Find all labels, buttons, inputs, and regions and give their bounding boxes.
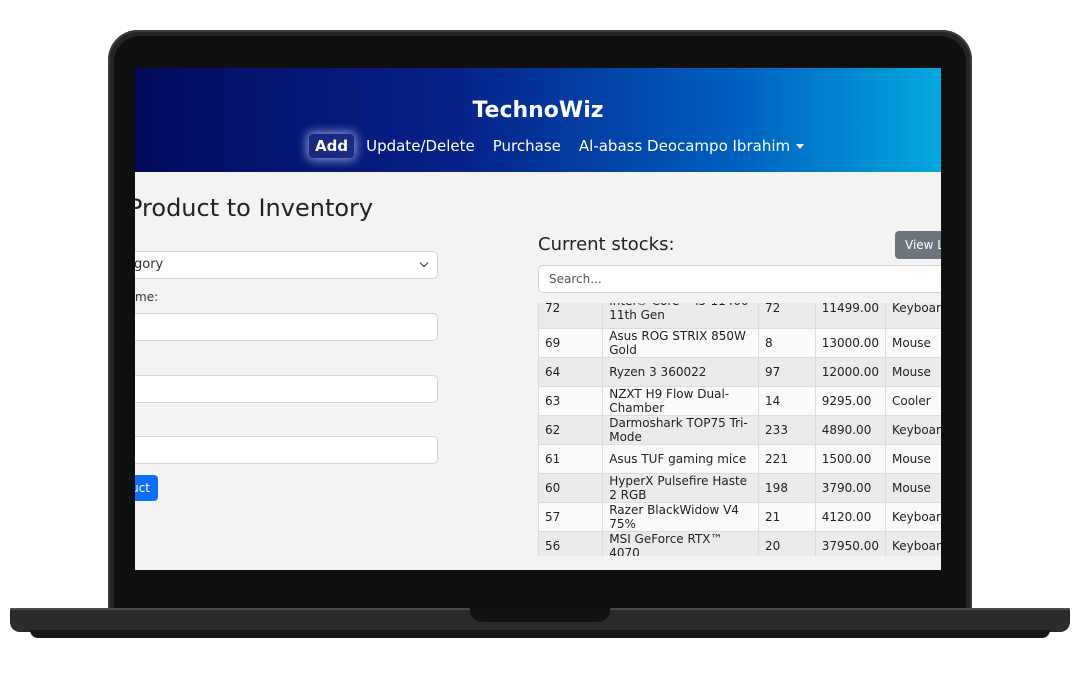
cell-price: 4890.00 [814,415,886,445]
name-label: me: [135,290,159,304]
chevron-down-icon [419,258,429,268]
brand-title[interactable]: TechnoWiz [135,98,941,123]
table-row[interactable]: 60 HyperX Pulsefire Haste 2 RGB 198 3790.00… [538,473,941,503]
table-row[interactable]: 57 Razer BlackWidow V4 75% 21 4120.00 Keyboa… [538,502,941,532]
cell-category: Keyboar [884,303,941,329]
nav-update-delete[interactable]: Update/Delete [366,137,475,155]
cell-qty: 20 [758,531,816,556]
laptop-notch [470,608,610,622]
stocks-table-container[interactable]: 72Intel® Core™ i5-11400 11th Gen7211499.… [538,303,941,556]
cell-category: Mouse [884,473,941,503]
cell-category: Cooler [884,386,941,416]
nav-menu: Add Update/Delete Purchase Al-abass Deoc… [309,134,822,158]
cell-price: 4120.00 [814,502,886,532]
table-row[interactable]: 62 Darmoshark TOP75 Tri-Mode 233 4890.00 Key… [538,415,941,445]
cell-name: Asus ROG STRIX 850W Gold [602,328,760,358]
table-row[interactable]: 61 Asus TUF gaming mice 221 1500.00 Mouse [538,444,941,474]
cell-name: NZXT H9 Flow Dual-Chamber [602,386,760,416]
cell-category: Mouse [884,444,941,474]
cell-id: 72 [538,303,604,329]
cell-id: 62 [538,415,604,445]
cell-id: 64 [538,357,604,387]
cell-qty: 72 [758,303,816,329]
cell-id: 57 [538,502,604,532]
cell-qty: 8 [758,328,816,358]
table-row[interactable]: 63 NZXT H9 Flow Dual-Chamber 14 9295.00 Cool… [538,386,941,416]
cell-qty: 198 [758,473,816,503]
cell-qty: 21 [758,502,816,532]
cell-price: 37950.00 [814,531,886,556]
cell-name: HyperX Pulsefire Haste 2 RGB [602,473,760,503]
cell-qty: 233 [758,415,816,445]
cell-price: 3790.00 [814,473,886,503]
cell-qty: 221 [758,444,816,474]
add-product-button[interactable]: uct [135,475,158,501]
table-row[interactable]: 72Intel® Core™ i5-11400 11th Gen7211499.… [538,303,941,329]
screen: TechnoWiz Add Update/Delete Purchase Al-… [135,68,941,570]
price-field[interactable] [135,436,438,464]
quantity-field[interactable] [135,375,438,403]
category-select[interactable]: egory [135,251,438,279]
cell-category: Keyboar [884,502,941,532]
cell-name: MSI GeForce RTX™ 4070 [602,531,760,556]
cell-name: Intel® Core™ i5-11400 11th Gen [602,303,760,329]
cell-name: Asus TUF gaming mice [602,444,760,474]
user-name: Al-abass Deocampo Ibrahim [578,137,791,155]
cell-price: 9295.00 [814,386,886,416]
cell-price: 1500.00 [814,444,886,474]
cell-qty: 97 [758,357,816,387]
cell-price: 13000.00 [814,328,886,358]
cell-name: Ryzen 3 360022 [602,357,760,387]
cell-category: Mouse [884,357,941,387]
table-row[interactable]: 64 Ryzen 3 360022 97 12000.00 Mouse [538,357,941,387]
cell-category: Keyboar [884,415,941,445]
cell-category: Mouse [884,328,941,358]
table-row[interactable]: 69 Asus ROG STRIX 850W Gold 8 13000.00 Mouse [538,328,941,358]
page-title: Product to Inventory [135,194,374,222]
view-log-button[interactable]: View Lo [895,231,941,259]
nav-purchase[interactable]: Purchase [493,137,561,155]
cell-id: 60 [538,473,604,503]
nav-add[interactable]: Add [309,134,355,158]
category-select-value: egory [135,257,164,272]
cell-price: 12000.00 [814,357,886,387]
laptop-base-shadow [30,630,1050,638]
cell-id: 63 [538,386,604,416]
cell-name: Razer BlackWidow V4 75% [602,502,760,532]
cell-id: 56 [538,531,604,556]
stocks-table: 72Intel® Core™ i5-11400 11th Gen7211499.… [538,303,941,556]
cell-qty: 14 [758,386,816,416]
cell-name: Darmoshark TOP75 Tri-Mode [602,415,760,445]
name-field[interactable] [135,313,438,341]
nav-user-dropdown[interactable]: Al-abass Deocampo Ibrahim [578,137,805,155]
navbar: TechnoWiz Add Update/Delete Purchase Al-… [135,68,941,172]
cell-id: 61 [538,444,604,474]
table-row[interactable]: 56 MSI GeForce RTX™ 4070 20 37950.00 Keyboar [538,531,941,556]
cell-category: Keyboar [884,531,941,556]
caret-down-icon [796,144,805,149]
cell-price: 11499.00 [814,303,886,329]
stocks-title: Current stocks: [538,234,675,255]
search-input[interactable]: Search... [538,265,941,293]
cell-id: 69 [538,328,604,358]
